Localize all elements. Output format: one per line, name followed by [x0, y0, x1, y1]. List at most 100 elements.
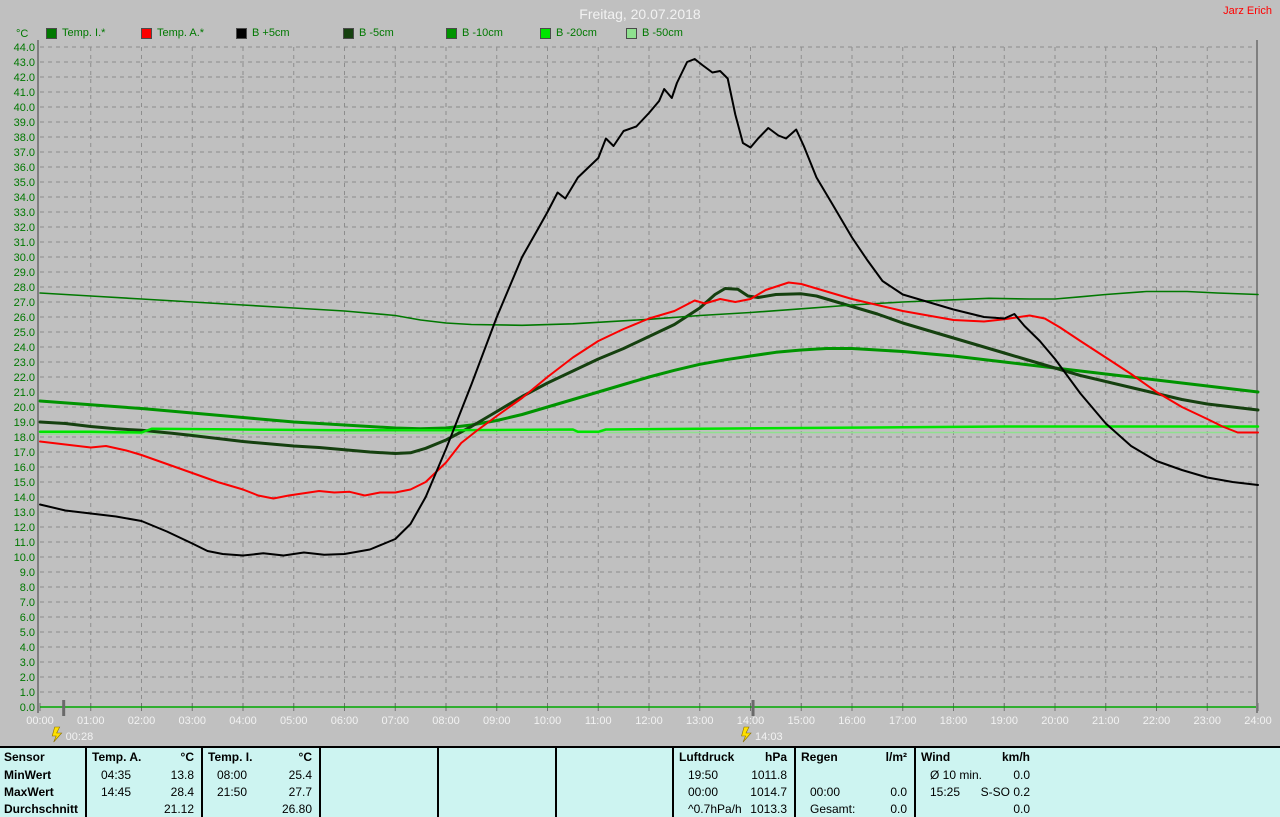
x-tick-label: 19:00 — [990, 715, 1018, 727]
col-unit: km/h — [1001, 750, 1030, 764]
stats-cell — [439, 766, 557, 783]
stats-cell-time: 14:45 — [101, 784, 132, 799]
x-tick-label: 11:00 — [585, 715, 612, 727]
y-tick-label: 43.0 — [14, 57, 35, 69]
col-header-temp-i-: Temp. I. °C — [203, 748, 321, 766]
stats-cell — [1037, 800, 1280, 817]
x-tick-label: 15:00 — [787, 715, 815, 727]
row-label-sensor: Sensor — [0, 748, 87, 766]
stats-cell-value: 27.7 — [288, 784, 312, 799]
stats-cell: 08:00 25.4 — [203, 766, 321, 783]
y-tick-label: 40.0 — [14, 102, 35, 114]
stats-cell-value: 0.0 — [890, 801, 907, 816]
stats-cell-value: 0.0 — [1013, 801, 1030, 816]
app-window: Freitag, 20.07.2018 Jarz Erich 0.0 1.0 2.0… — [0, 0, 1280, 817]
stats-cell: 15:25 S-SO 0.2 — [916, 783, 1037, 800]
stats-cell-time: 15:25 — [930, 784, 961, 799]
x-tick-label: 17:00 — [889, 715, 917, 727]
col-title: Temp. I. — [208, 750, 253, 764]
legend-swatch — [446, 27, 457, 39]
x-tick-label: 08:00 — [432, 715, 460, 727]
stats-cell: Ø 10 min. 0.0 — [916, 766, 1037, 783]
stats-cell-time: 08:00 — [217, 767, 248, 782]
y-tick-label: 14.0 — [14, 492, 35, 504]
stats-cell-value: 1011.8 — [751, 767, 787, 782]
y-tick-label: 0.0 — [20, 702, 35, 714]
x-tick-label: 01:00 — [77, 715, 105, 727]
stats-cell-time: ^0.7hPa/h — [688, 801, 742, 816]
y-tick-label: 20.0 — [14, 402, 35, 414]
y-tick-label: 35.0 — [14, 177, 35, 189]
stats-cell-time: Gesamt: — [810, 801, 856, 816]
y-tick-label: 16.0 — [14, 462, 35, 474]
col-title: Temp. A. — [92, 750, 142, 764]
stats-cell-time: Ø 10 min. — [930, 767, 983, 782]
y-tick-label: 15.0 — [14, 477, 35, 489]
col-header-wind: Wind km/h — [916, 748, 1037, 766]
y-tick-label: 38.0 — [14, 132, 35, 144]
stats-cell-value: S-SO 0.2 — [980, 784, 1030, 799]
col-header-regen: Regen l/m² — [796, 748, 916, 766]
x-tick-label: 20:00 — [1041, 715, 1069, 727]
legend-label: Temp. A.* — [157, 27, 205, 39]
y-tick-label: 44.0 — [14, 42, 35, 54]
event-marker-time: 00:28 — [66, 731, 94, 743]
y-tick-label: 1.0 — [20, 687, 35, 699]
x-tick-label: 12:00 — [635, 715, 663, 727]
lightning-icon — [741, 726, 752, 743]
y-tick-label: 27.0 — [14, 297, 35, 309]
legend-label: B -5cm — [359, 27, 394, 39]
x-tick-label: 04:00 — [229, 715, 257, 727]
legend-label: B -50cm — [642, 27, 683, 39]
stats-cell: 00:00 0.0 — [796, 783, 916, 800]
lightning-icon — [51, 726, 63, 743]
stats-cell: 14:45 28.4 — [87, 783, 203, 800]
legend-swatch — [343, 27, 354, 39]
y-tick-label: 9.0 — [20, 567, 35, 579]
legend-swatch — [141, 27, 152, 39]
y-tick-label: 11.0 — [14, 537, 35, 549]
temperature-chart: 0.0 1.0 2.0 3.0 4.0 5.0 6.0 7.0 8.0 9.0 10.0 11.0 12… — [14, 40, 1272, 743]
y-tick-label: 2.0 — [20, 672, 35, 684]
y-tick-label: 22.0 — [14, 372, 35, 384]
legend-label: Temp. I.* — [62, 27, 106, 39]
col-unit: °C — [180, 750, 194, 764]
stats-cell — [321, 766, 439, 783]
y-tick-label: 12.0 — [14, 522, 35, 534]
legend-label: B -20cm — [556, 27, 597, 39]
x-tick-label: 23:00 — [1193, 715, 1221, 727]
col-header-temp-a-: Temp. A. °C — [87, 748, 203, 766]
x-tick-label: 06:00 — [331, 715, 359, 727]
legend-swatch — [46, 27, 57, 39]
stats-cell-value: 25.4 — [288, 767, 312, 782]
y-tick-label: 36.0 — [14, 162, 35, 174]
stats-cell: 04:35 13.8 — [87, 766, 203, 783]
y-tick-label: 8.0 — [20, 582, 35, 594]
stats-cell-time: 00:00 — [810, 784, 841, 799]
x-tick-label: 03:00 — [178, 715, 206, 727]
col-title: Regen — [801, 750, 838, 764]
x-tick-label: 21:00 — [1092, 715, 1120, 727]
y-tick-label: 28.0 — [14, 282, 35, 294]
y-tick-label: 29.0 — [14, 267, 35, 279]
x-tick-label: 05:00 — [280, 715, 308, 727]
stats-cell-value: 0.0 — [1013, 767, 1030, 782]
stats-cell-time: 21:50 — [217, 784, 248, 799]
y-tick-label: 33.0 — [14, 207, 35, 219]
y-tick-label: 39.0 — [14, 117, 35, 129]
stats-cell — [796, 766, 916, 783]
col-title: Luftdruck — [679, 750, 735, 764]
stats-cell — [321, 800, 439, 817]
stats-cell-value: 21.12 — [163, 801, 194, 816]
stats-cell: 00:00 1014.7 — [674, 783, 796, 800]
legend-swatch — [626, 27, 637, 39]
y-tick-label: 23.0 — [14, 357, 35, 369]
row-label-minwert: MinWert — [0, 766, 87, 783]
x-tick-label: 18:00 — [940, 715, 968, 727]
y-tick-label: 21.0 — [14, 387, 35, 399]
y-tick-label: 41.0 — [14, 87, 35, 99]
x-tick-label: 13:00 — [686, 715, 714, 727]
col-header-empty — [557, 748, 674, 766]
stats-cell — [557, 783, 674, 800]
stats-cell-value: 26.80 — [281, 801, 312, 816]
